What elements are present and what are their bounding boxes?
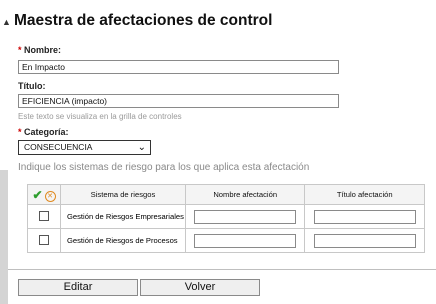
column-header-titulo: Título afectación bbox=[304, 184, 425, 205]
titulo-afectacion-cell bbox=[304, 228, 425, 253]
back-button[interactable]: Volver bbox=[140, 279, 260, 296]
titulo-hint: Este texto se visualiza en la grilla de … bbox=[18, 112, 182, 121]
collapse-arrow-icon[interactable]: ▲ bbox=[2, 17, 11, 27]
row-checkbox-cell bbox=[27, 228, 61, 253]
edit-button[interactable]: Editar bbox=[18, 279, 138, 296]
table-row: Gestión de Riesgos Empresariales bbox=[27, 204, 425, 229]
nombre-afectacion-cell bbox=[184, 204, 306, 229]
row-checkbox[interactable] bbox=[39, 234, 49, 245]
titulo-afectacion-input[interactable] bbox=[313, 209, 416, 224]
system-name: Gestión de Riesgos de Procesos bbox=[60, 228, 186, 253]
check-icon[interactable]: ✔ bbox=[32, 188, 42, 202]
table-row: Gestión de Riesgos de Procesos bbox=[27, 228, 425, 253]
column-header-sistema: Sistema de riesgos bbox=[60, 184, 186, 205]
titulo-input[interactable]: EFICIENCIA (impacto) bbox=[18, 94, 339, 108]
categoria-label: * Categoría: bbox=[18, 127, 69, 137]
nombre-afectacion-cell bbox=[184, 228, 306, 253]
row-checkbox[interactable] bbox=[39, 210, 49, 221]
nombre-afectacion-input[interactable] bbox=[194, 209, 297, 224]
system-name: Gestión de Riesgos Empresariales bbox=[60, 204, 186, 229]
nombre-input[interactable]: En Impacto bbox=[18, 60, 339, 74]
column-header-nombre: Nombre afectación bbox=[184, 184, 306, 205]
nombre-label: * Nombre: bbox=[18, 45, 62, 55]
chevron-down-icon: ⌄ bbox=[137, 142, 146, 153]
systems-instructions: Indique los sistemas de riesgo para los … bbox=[18, 162, 310, 173]
x-circle-icon[interactable]: ✕ bbox=[44, 190, 56, 202]
categoria-select[interactable]: CONSECUENCIA ⌄ bbox=[18, 140, 151, 155]
select-toggle-header: ✔ ✕ bbox=[27, 184, 61, 205]
nombre-afectacion-input[interactable] bbox=[194, 233, 297, 248]
row-checkbox-cell bbox=[27, 204, 61, 229]
table-header-row: ✔ ✕ Sistema de riesgos Nombre afectación … bbox=[27, 184, 425, 205]
titulo-label: Título: bbox=[18, 81, 46, 91]
titulo-afectacion-input[interactable] bbox=[313, 233, 416, 248]
footer-divider bbox=[8, 269, 436, 270]
left-rail bbox=[0, 170, 8, 304]
systems-table: ✔ ✕ Sistema de riesgos Nombre afectación … bbox=[27, 184, 425, 253]
titulo-afectacion-cell bbox=[304, 204, 425, 229]
categoria-value: CONSECUENCIA bbox=[24, 142, 93, 152]
page-title: Maestra de afectaciones de control bbox=[14, 12, 273, 29]
